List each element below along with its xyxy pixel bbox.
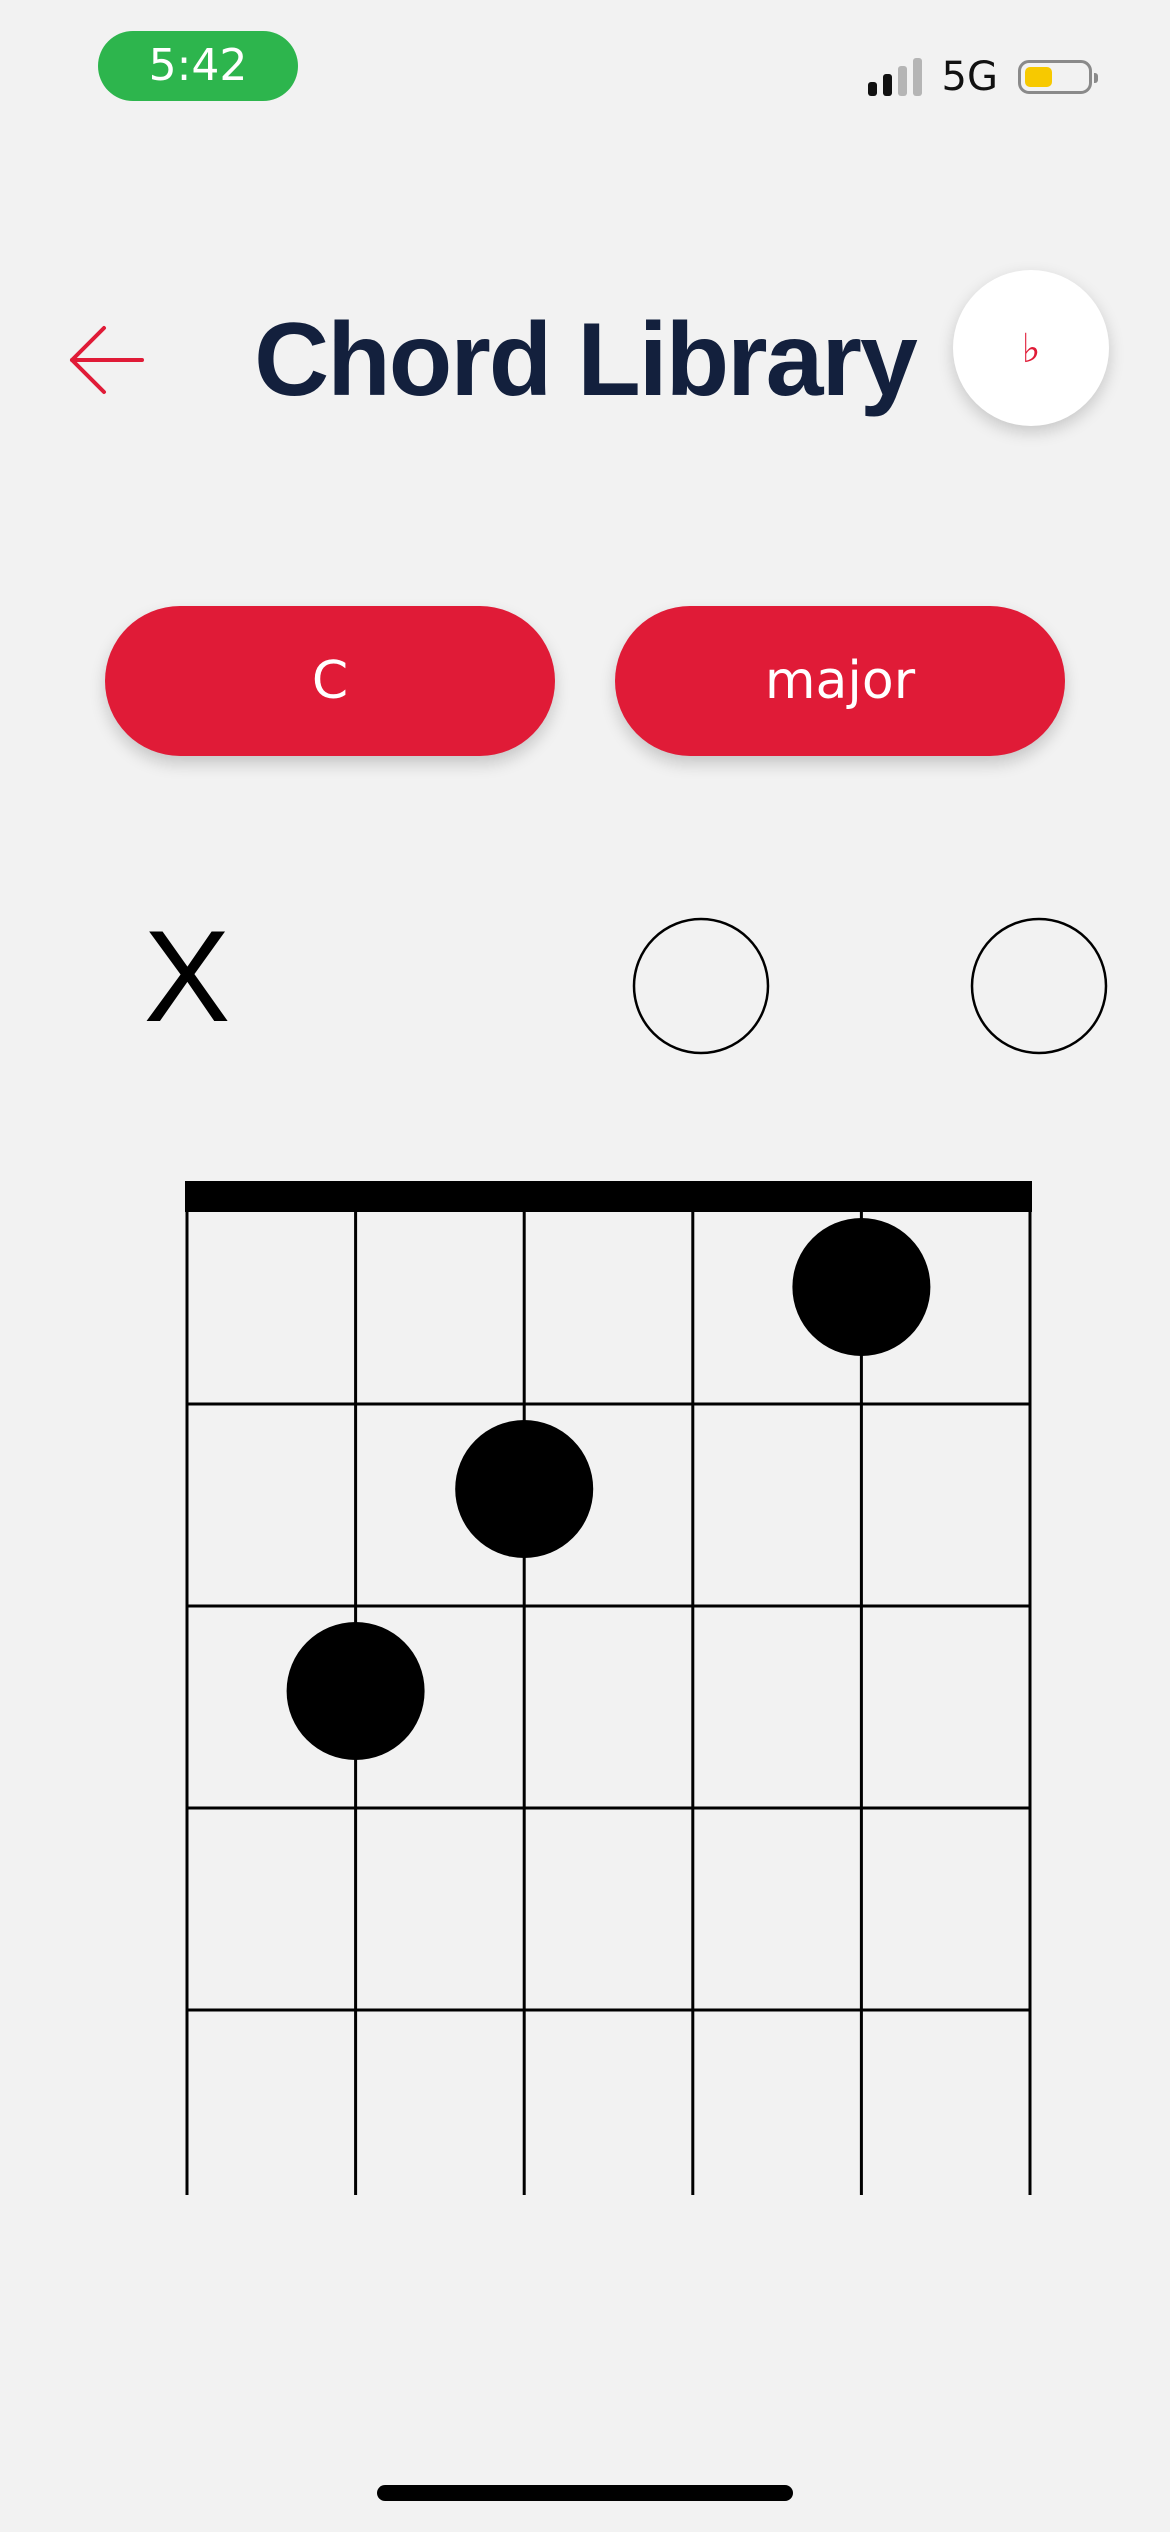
open-string-marker — [632, 917, 770, 1055]
finger-dot — [286, 1622, 425, 1760]
muted-string-marker: X — [144, 903, 231, 1049]
nut — [185, 1181, 1032, 1212]
home-indicator — [377, 2485, 793, 2501]
finger-dot — [792, 1218, 931, 1356]
open-string-marker — [970, 917, 1108, 1055]
finger-dot — [455, 1420, 594, 1558]
chord-diagram: X — [144, 903, 1108, 2195]
